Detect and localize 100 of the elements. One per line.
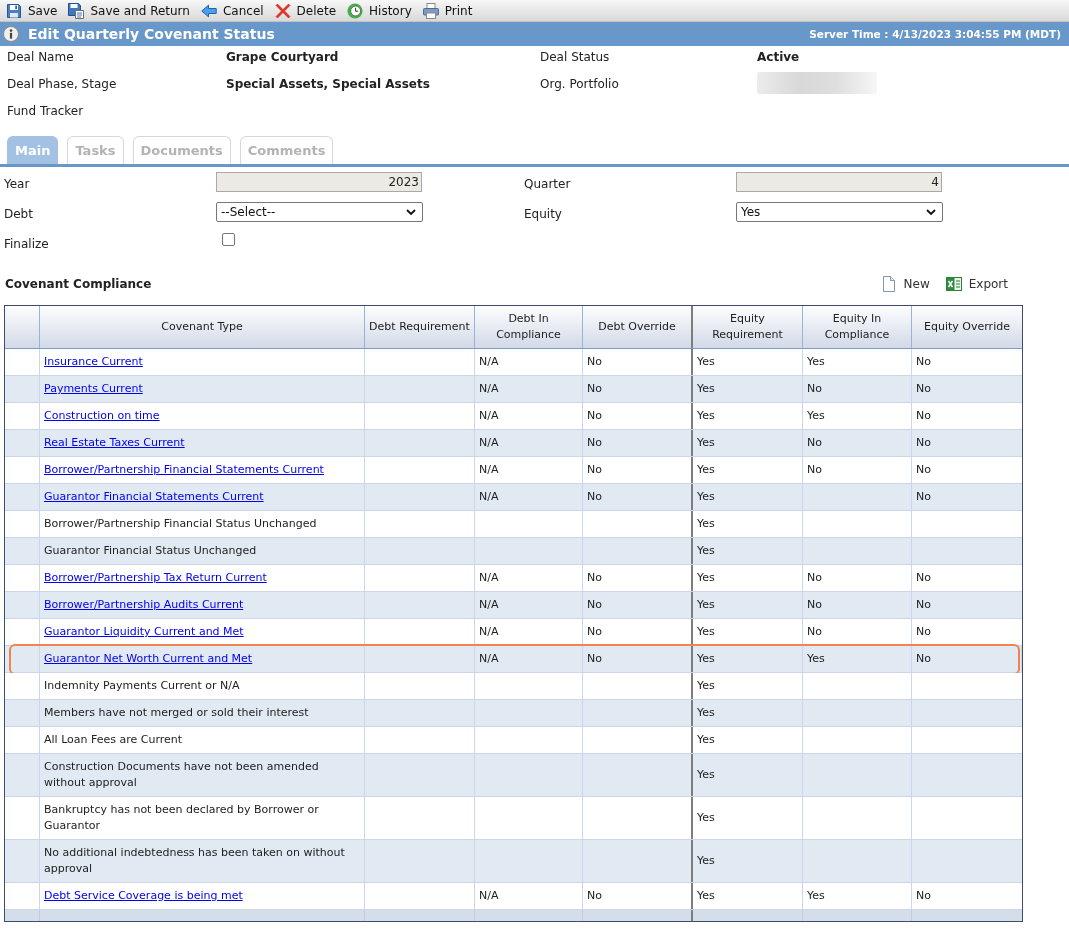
dropdown[interactable]: Yes [736, 202, 943, 222]
table-cell: All Loan Fees are Current [40, 727, 365, 753]
table-cell: N/A [475, 457, 583, 483]
table-cell: Yes [693, 349, 803, 375]
table-cell: Yes [693, 430, 803, 456]
checkbox[interactable] [222, 233, 235, 246]
delete-button[interactable]: Delete [273, 0, 338, 21]
table-cell: Yes [693, 883, 803, 909]
info-label: Deal Status [540, 49, 610, 65]
dropdown[interactable]: --Select-- [216, 202, 423, 222]
table-cell-text: No [915, 888, 932, 904]
info-value: Active [757, 49, 800, 65]
new-button[interactable]: New [880, 276, 930, 292]
covenant-link[interactable]: Guarantor Financial Statements Current [44, 489, 264, 505]
history-button[interactable]: History [346, 0, 413, 21]
table-cell: N/A [475, 403, 583, 429]
field-label: Debt [4, 206, 33, 223]
table-cell: Guarantor Financial Status Unchanged [40, 538, 365, 564]
info-value: Grape Courtyard [226, 49, 339, 65]
page-title: Edit Quarterly Covenant Status [28, 26, 275, 42]
table-cell: No [803, 619, 912, 645]
covenant-link[interactable]: Insurance Current [44, 354, 143, 370]
save-and-return-button[interactable]: Save and Return [67, 0, 191, 21]
table-cell: Yes [693, 646, 803, 672]
info-label: Deal Name [7, 49, 74, 65]
column-header: Covenant Type [40, 306, 365, 348]
table-cell: Yes [693, 727, 803, 753]
table-cell-text: No [915, 489, 932, 505]
table-cell: Yes [803, 646, 912, 672]
table-cell: Yes [803, 403, 912, 429]
table-cell: Yes [693, 457, 803, 483]
info-label: Org. Portfolio [540, 76, 619, 92]
section-title: Covenant Compliance [5, 277, 152, 291]
table-cell: Indemnity Payments Current or N/A [40, 673, 365, 699]
floppy-disk-document-icon [68, 2, 85, 19]
covenant-link[interactable]: Guarantor Liquidity Current and Met [44, 624, 244, 640]
table-cell: No [803, 457, 912, 483]
table-cell: Yes [693, 376, 803, 402]
column-header: Equity Override [923, 319, 1011, 335]
covenant-link[interactable]: Borrower/Partnership Financial Statements Current [44, 462, 324, 478]
table-cell: Yes [693, 592, 803, 618]
field-label: Finalize [4, 236, 49, 253]
export-button[interactable]: Export [945, 276, 1008, 292]
covenant-link[interactable]: Guarantor Net Worth Current and Met [44, 651, 253, 667]
field-label: Year [4, 176, 30, 193]
covenant-link[interactable]: Borrower/Partnership Tax Return Current [44, 570, 267, 586]
spreadsheet-icon [945, 276, 962, 292]
covenant-link[interactable]: Debt Service Coverage is being met [44, 888, 243, 904]
cancel-button[interactable]: Cancel [199, 0, 265, 21]
table-cell: N/A [475, 484, 583, 510]
info-icon [3, 26, 19, 42]
x-mark-icon [274, 2, 291, 19]
table-cell: N/A [475, 592, 583, 618]
table-cell: Yes [693, 840, 803, 882]
column-header: Debt In Compliance [475, 306, 583, 348]
info-label: Fund Tracker [7, 103, 84, 119]
info-value: Special Assets, Special Assets [226, 76, 430, 92]
table-cell: Yes [693, 673, 803, 699]
table-cell: No [912, 646, 1022, 672]
table-cell: Yes [693, 754, 803, 796]
table-cell: N/A [475, 646, 583, 672]
caret-icon [926, 209, 936, 215]
text-input[interactable]: 2023 [216, 172, 422, 192]
covenant-link[interactable]: Construction on time [44, 408, 160, 424]
printer-icon [422, 2, 439, 19]
table-cell: Yes [693, 484, 803, 510]
caret-icon [406, 209, 416, 215]
document-icon [880, 276, 897, 292]
save-button[interactable]: Save [5, 0, 59, 21]
table-cell-text: No [915, 354, 932, 370]
table-cell-text: No [915, 624, 932, 640]
info-label: Deal Phase, Stage [7, 76, 117, 92]
table-cell: No [803, 565, 912, 591]
server-time: Server Time : 4/13/2023 3:04:55 PM (MDT) [809, 28, 1061, 40]
covenant-link[interactable]: Payments Current [44, 381, 143, 397]
table-cell-text: No [915, 597, 932, 613]
text-input[interactable]: 4 [736, 172, 942, 192]
table-cell: Yes [693, 700, 803, 726]
table-cell: No [803, 592, 912, 618]
table-cell: Borrower/Partnership Financial Status Unchanged [40, 511, 365, 537]
table-cell-text: No [915, 381, 932, 397]
table-cell-text: No [915, 462, 932, 478]
field-label: Equity [524, 206, 562, 223]
table-cell: Yes [803, 349, 912, 375]
table-cell: N/A [475, 565, 583, 591]
table-cell: Yes [693, 619, 803, 645]
covenant-link[interactable]: Real Estate Taxes Current [44, 435, 185, 451]
table-cell: N/A [475, 349, 583, 375]
table-cell-text: No [915, 408, 932, 424]
table-cell: Yes [803, 883, 912, 909]
clock-icon [347, 2, 364, 19]
covenant-link[interactable]: Borrower/Partnership Audits Current [44, 597, 244, 613]
table-cell: No [803, 430, 912, 456]
column-header: Equity In Compliance [803, 306, 912, 348]
table-cell: Yes [693, 511, 803, 537]
column-header: Equity Requirement [693, 306, 803, 348]
table-cell: Yes [693, 538, 803, 564]
table-cell: Yes [693, 565, 803, 591]
field-label: Quarter [524, 176, 571, 193]
print-button[interactable]: Print [421, 0, 474, 21]
